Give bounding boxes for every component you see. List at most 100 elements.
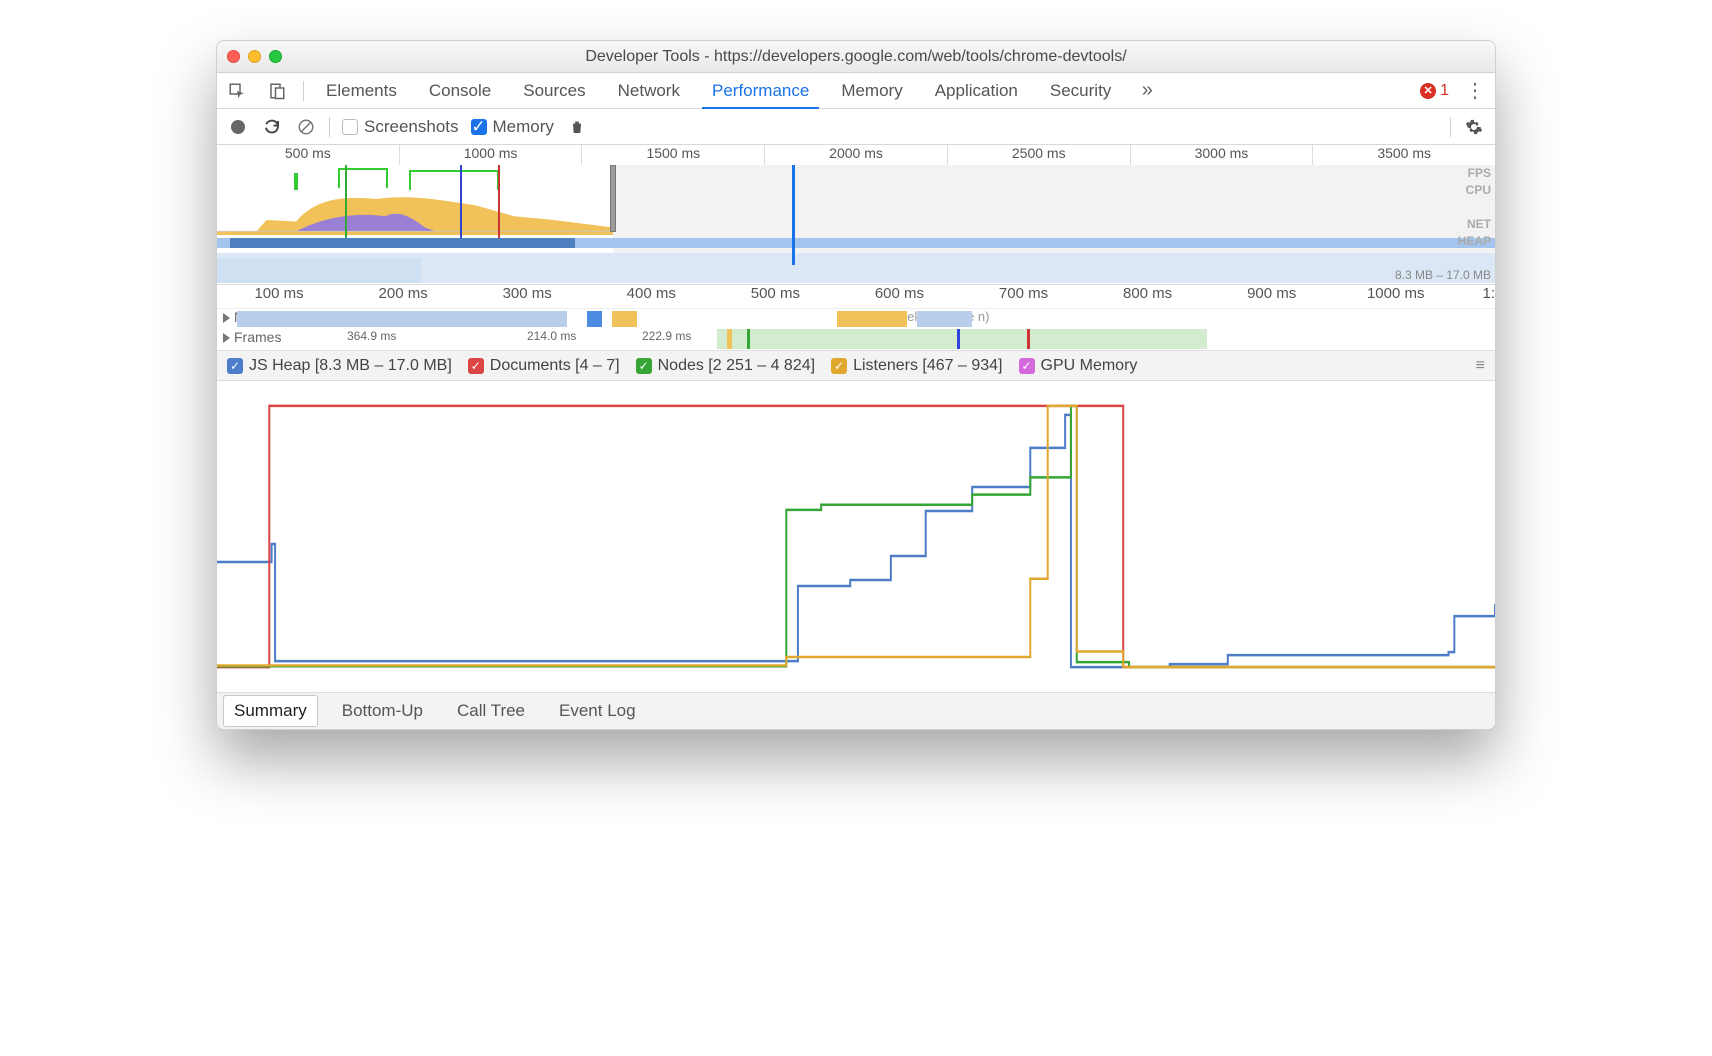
performance-toolbar: Screenshots ✓ Memory bbox=[217, 109, 1495, 145]
ruler-tick: 600 ms bbox=[837, 285, 961, 308]
error-count-text: 1 bbox=[1440, 82, 1449, 100]
fps-bar bbox=[294, 173, 298, 190]
overview-timeline[interactable]: 500 ms 1000 ms 1500 ms 2000 ms 2500 ms 3… bbox=[217, 145, 1495, 285]
tab-memory[interactable]: Memory bbox=[831, 75, 912, 107]
screenshots-checkbox[interactable]: Screenshots bbox=[342, 117, 459, 137]
legend-gpu-memory[interactable]: ✓ GPU Memory bbox=[1019, 357, 1138, 375]
legend-label: Documents [4 – 7] bbox=[490, 357, 620, 375]
tab-network[interactable]: Network bbox=[608, 75, 690, 107]
close-window-button[interactable] bbox=[227, 50, 240, 63]
frame-bar[interactable] bbox=[717, 329, 1207, 349]
marker-blue bbox=[460, 165, 462, 245]
kebab-menu-icon[interactable]: ⋮ bbox=[1461, 77, 1489, 105]
frame-marker bbox=[1027, 329, 1030, 349]
tab-console[interactable]: Console bbox=[419, 75, 501, 107]
ruler-tick: 500 ms bbox=[285, 145, 331, 161]
checkbox-checked-icon: ✓ bbox=[1019, 358, 1035, 374]
overview-dimmed-region bbox=[613, 165, 1495, 265]
marker-red bbox=[498, 165, 500, 245]
reload-record-button[interactable] bbox=[261, 116, 283, 138]
frames-track-header[interactable]: Frames 364.9 ms 214.0 ms 222.9 ms bbox=[217, 329, 1495, 349]
tab-security[interactable]: Security bbox=[1040, 75, 1121, 107]
ruler-tick: 400 ms bbox=[589, 285, 713, 308]
minimize-window-button[interactable] bbox=[248, 50, 261, 63]
clear-button[interactable] bbox=[295, 116, 317, 138]
legend-label: GPU Memory bbox=[1041, 357, 1138, 375]
inspect-element-icon[interactable] bbox=[223, 77, 251, 105]
ruler-tick: 100 ms bbox=[217, 285, 341, 308]
frames-track-label: Frames bbox=[234, 329, 281, 345]
tab-call-tree[interactable]: Call Tree bbox=[447, 696, 535, 726]
heap-range-label: 8.3 MB – 17.0 MB bbox=[1395, 268, 1491, 282]
tab-application[interactable]: Application bbox=[925, 75, 1028, 107]
devtools-window: Developer Tools - https://developers.goo… bbox=[216, 40, 1496, 730]
frame-marker bbox=[747, 329, 750, 349]
checkbox-checked-icon: ✓ bbox=[636, 358, 652, 374]
ruler-tick: 1000 ms bbox=[464, 145, 518, 161]
device-toolbar-icon[interactable] bbox=[263, 77, 291, 105]
legend-label: Nodes [2 251 – 4 824] bbox=[658, 357, 815, 375]
expand-icon[interactable] bbox=[223, 333, 230, 343]
legend-label: JS Heap [8.3 MB – 17.0 MB] bbox=[249, 357, 452, 375]
legend-documents[interactable]: ✓ Documents [4 – 7] bbox=[468, 357, 620, 375]
details-tabbar: Summary Bottom-Up Call Tree Event Log bbox=[217, 693, 1495, 729]
track-label-cpu: CPU bbox=[1458, 182, 1491, 199]
window-controls bbox=[227, 50, 282, 63]
overview-body[interactable] bbox=[217, 165, 1495, 265]
tab-sources[interactable]: Sources bbox=[513, 75, 595, 107]
frame-timing: 364.9 ms bbox=[347, 329, 396, 343]
heap-overview-active bbox=[217, 258, 421, 283]
network-bar[interactable] bbox=[587, 311, 602, 327]
record-button[interactable] bbox=[227, 116, 249, 138]
settings-gear-icon[interactable] bbox=[1463, 116, 1485, 138]
track-label-heap: HEAP bbox=[1458, 233, 1491, 250]
memory-chart[interactable] bbox=[217, 381, 1495, 693]
frame-marker bbox=[957, 329, 960, 349]
tab-summary[interactable]: Summary bbox=[223, 695, 318, 727]
tab-bottom-up[interactable]: Bottom-Up bbox=[332, 696, 433, 726]
ruler-tick: 3000 ms bbox=[1195, 145, 1249, 161]
ruler-tick: 1500 ms bbox=[646, 145, 700, 161]
network-bar[interactable] bbox=[917, 311, 972, 327]
window-title: Developer Tools - https://developers.goo… bbox=[227, 48, 1485, 66]
playhead-marker[interactable] bbox=[792, 165, 795, 265]
ruler-tick: 1000 ms bbox=[1334, 285, 1458, 308]
expand-icon[interactable] bbox=[223, 313, 230, 323]
garbage-collect-button[interactable] bbox=[566, 116, 588, 138]
ruler-tick: 900 ms bbox=[1210, 285, 1334, 308]
track-label-fps: FPS bbox=[1458, 165, 1491, 182]
ruler-tick: 1: bbox=[1458, 285, 1495, 308]
frame-marker bbox=[727, 329, 732, 349]
network-bar[interactable] bbox=[612, 311, 637, 327]
tab-event-log[interactable]: Event Log bbox=[549, 696, 646, 726]
tab-elements[interactable]: Elements bbox=[316, 75, 407, 107]
memory-checkbox[interactable]: ✓ Memory bbox=[471, 117, 554, 137]
tab-performance[interactable]: Performance bbox=[702, 75, 819, 109]
network-track-header[interactable]: Network lopers.google.com/ (developers.g… bbox=[217, 309, 1495, 329]
error-count-badge[interactable]: ✕ 1 bbox=[1420, 82, 1449, 100]
legend-menu-icon[interactable]: ≡ bbox=[1476, 357, 1485, 375]
divider bbox=[303, 81, 304, 101]
checkbox-checked-icon: ✓ bbox=[471, 119, 487, 135]
range-handle-right[interactable] bbox=[610, 165, 616, 232]
detail-ruler[interactable]: 100 ms 200 ms 300 ms 400 ms 500 ms 600 m… bbox=[217, 285, 1495, 309]
ruler-tick: 700 ms bbox=[961, 285, 1085, 308]
fps-bar bbox=[409, 170, 499, 190]
more-tabs-icon[interactable]: » bbox=[1133, 77, 1161, 105]
divider bbox=[1450, 117, 1451, 137]
error-icon: ✕ bbox=[1420, 83, 1436, 99]
checkbox-checked-icon: ✓ bbox=[831, 358, 847, 374]
maximize-window-button[interactable] bbox=[269, 50, 282, 63]
flame-chart-tracks[interactable]: Network lopers.google.com/ (developers.g… bbox=[217, 309, 1495, 351]
network-bar[interactable] bbox=[837, 311, 907, 327]
checkbox-icon bbox=[342, 119, 358, 135]
screenshots-label: Screenshots bbox=[364, 117, 459, 137]
legend-listeners[interactable]: ✓ Listeners [467 – 934] bbox=[831, 357, 1002, 375]
track-label-net: NET bbox=[1458, 216, 1491, 233]
network-bar[interactable] bbox=[237, 311, 567, 327]
cpu-overview-track bbox=[217, 190, 613, 235]
marker-green bbox=[345, 165, 347, 245]
legend-nodes[interactable]: ✓ Nodes [2 251 – 4 824] bbox=[636, 357, 815, 375]
legend-js-heap[interactable]: ✓ JS Heap [8.3 MB – 17.0 MB] bbox=[227, 357, 452, 375]
frame-timing: 214.0 ms bbox=[527, 329, 576, 343]
